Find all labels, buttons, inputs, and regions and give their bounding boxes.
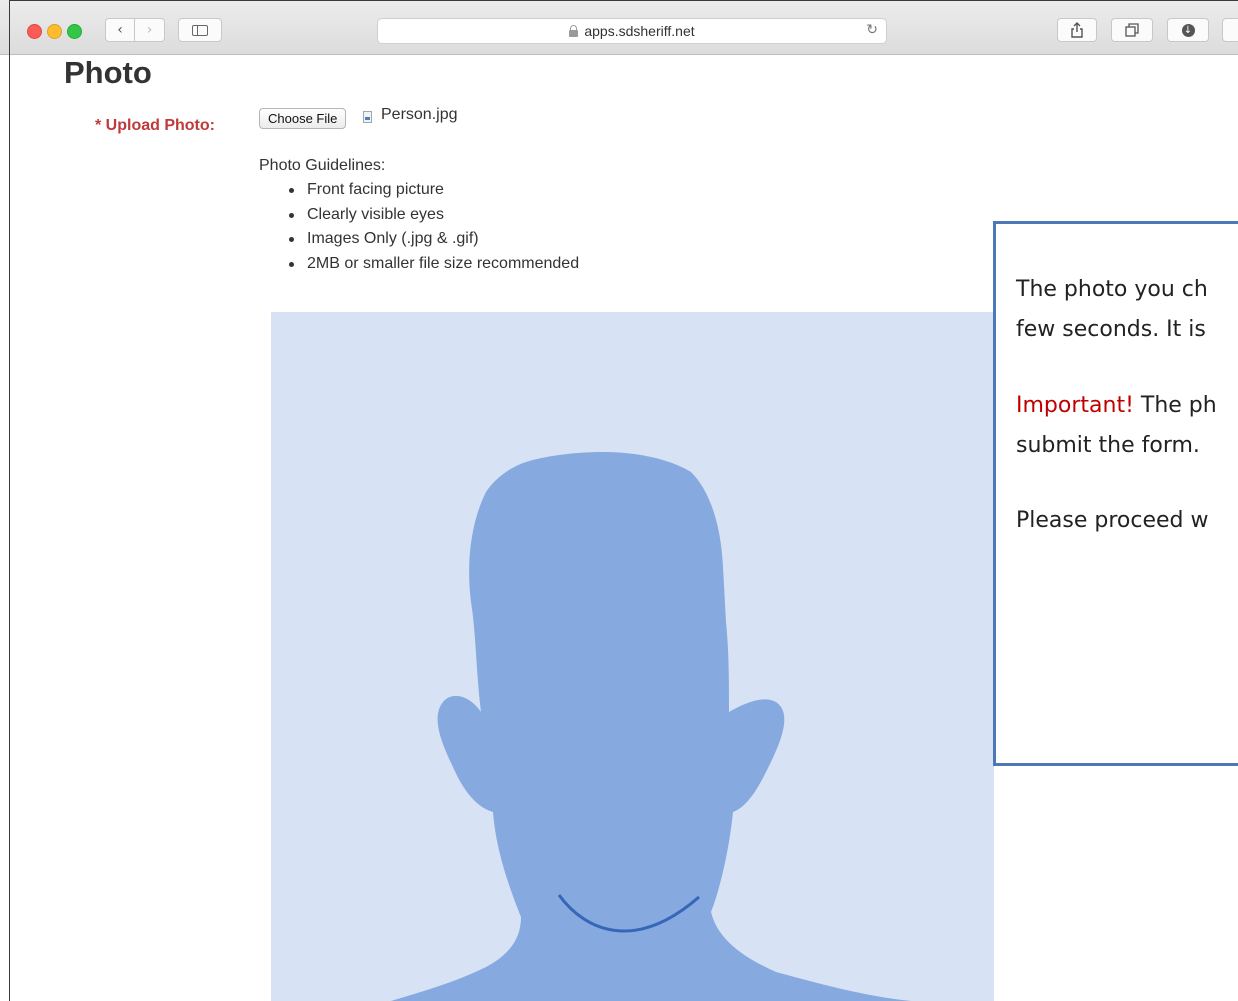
- download-icon: ↓: [1181, 23, 1195, 37]
- address-bar[interactable]: apps.sdsheriff.net ↻: [377, 18, 887, 44]
- list-item: Images Only (.jpg & .gif): [288, 229, 579, 254]
- browser-toolbar: ‹ › apps.sdsheriff.net ↻ ↓: [0, 0, 1238, 55]
- callout-text: The ph: [1133, 393, 1217, 418]
- chevron-left-icon: ‹: [117, 22, 123, 38]
- guidelines-heading: Photo Guidelines:: [259, 157, 386, 174]
- toolbar-extra-button[interactable]: [1222, 18, 1238, 42]
- url-text: apps.sdsheriff.net: [584, 23, 695, 39]
- callout-paragraph-1: The photo you ch few seconds. It is: [1016, 270, 1208, 350]
- sidebar-toggle-button[interactable]: [178, 18, 222, 42]
- reload-icon[interactable]: ↻: [866, 22, 878, 38]
- close-window-button[interactable]: [27, 24, 42, 39]
- list-item: Front facing picture: [288, 180, 579, 205]
- important-label: Important!: [1016, 393, 1134, 418]
- callout-text: few seconds. It is: [1016, 317, 1206, 342]
- forward-button[interactable]: ›: [135, 18, 165, 42]
- callout-text: submit the form.: [1016, 433, 1200, 458]
- chevron-right-icon: ›: [146, 22, 153, 38]
- zoom-window-button[interactable]: [67, 24, 82, 39]
- person-silhouette: [391, 452, 911, 1001]
- callout-paragraph-3: Please proceed w: [1016, 501, 1209, 541]
- choose-file-button[interactable]: Choose File: [259, 108, 347, 129]
- share-button[interactable]: [1057, 18, 1097, 42]
- callout-text: The photo you ch: [1016, 277, 1208, 302]
- callout-box: The photo you ch few seconds. It is Impo…: [993, 221, 1238, 766]
- selected-file-name: Person.jpg: [381, 106, 458, 123]
- photo-preview: [271, 312, 994, 1001]
- downloads-button[interactable]: ↓: [1167, 18, 1209, 42]
- list-item: Clearly visible eyes: [288, 205, 579, 230]
- list-item: 2MB or smaller file size recommended: [288, 254, 579, 279]
- tabs-overview-button[interactable]: [1111, 18, 1153, 42]
- guidelines-list: Front facing picture Clearly visible eye…: [288, 180, 579, 279]
- back-button[interactable]: ‹: [105, 18, 135, 42]
- file-icon: [363, 111, 372, 123]
- tabs-icon: [1125, 23, 1139, 37]
- minimize-window-button[interactable]: [47, 24, 62, 39]
- callout-text: Please proceed w: [1016, 508, 1209, 533]
- share-icon: [1071, 22, 1083, 38]
- sidebar-icon: [192, 24, 208, 36]
- upload-photo-label: * Upload Photo:: [95, 117, 215, 134]
- lock-icon: [569, 24, 579, 37]
- callout-paragraph-2: Important! The ph submit the form.: [1016, 386, 1217, 466]
- page-title: Photo: [64, 55, 152, 90]
